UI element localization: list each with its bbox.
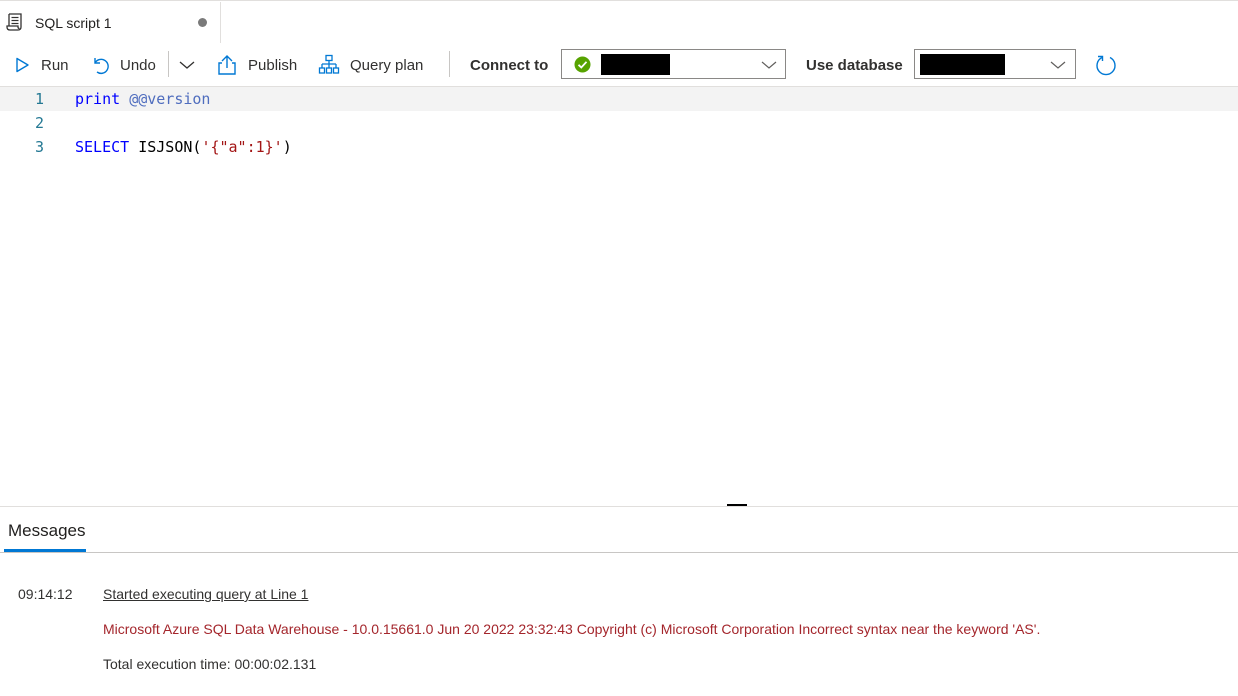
message-started-link[interactable]: Started executing query at Line 1 xyxy=(103,586,308,602)
undo-dropdown-button[interactable] xyxy=(178,50,196,80)
query-plan-button[interactable]: Query plan xyxy=(318,50,423,80)
pane-splitter[interactable] xyxy=(0,506,1238,507)
publish-label: Publish xyxy=(248,56,298,74)
messages-divider xyxy=(0,552,1238,553)
chevron-down-icon xyxy=(761,57,777,75)
chevron-down-icon xyxy=(178,59,196,71)
line-number: 2 xyxy=(34,114,44,132)
message-error: Microsoft Azure SQL Data Warehouse - 10.… xyxy=(103,621,1041,637)
toolbar: Run Undo Publish Query plan Connect to U… xyxy=(0,42,1238,87)
line-number: 3 xyxy=(34,138,44,156)
message-timestamp: 09:14:12 xyxy=(18,586,73,602)
connect-to-value xyxy=(601,54,670,75)
run-button[interactable]: Run xyxy=(14,50,69,80)
code-token-keyword: print xyxy=(75,90,121,108)
line-number: 1 xyxy=(34,90,44,108)
refresh-icon xyxy=(1094,53,1118,77)
splitter-grip-icon[interactable] xyxy=(727,504,747,506)
query-plan-icon xyxy=(318,54,340,76)
editor-line[interactable]: 1 print @@version xyxy=(0,87,1238,111)
publish-icon xyxy=(216,54,238,76)
code-token-keyword: SELECT xyxy=(75,138,130,156)
connect-to-dropdown[interactable] xyxy=(561,49,786,79)
use-database-label: Use database xyxy=(806,57,903,74)
refresh-button[interactable] xyxy=(1094,50,1118,80)
connected-check-icon xyxy=(574,56,591,78)
line-code: SELECT ISJSON('{"a":1}') xyxy=(75,138,292,156)
undo-button[interactable]: Undo xyxy=(90,50,156,80)
code-token-string: '{"a":1}' xyxy=(201,138,283,156)
editor-line[interactable]: 3 SELECT ISJSON('{"a":1}') xyxy=(0,135,1238,159)
publish-button[interactable]: Publish xyxy=(216,50,297,80)
code-editor[interactable]: 1 print @@version 2 3 SELECT ISJSON('{"a… xyxy=(0,87,1238,506)
undo-label: Undo xyxy=(120,56,156,74)
unsaved-dot-icon[interactable] xyxy=(198,18,207,27)
query-plan-label: Query plan xyxy=(350,56,424,74)
code-token-variable: @@version xyxy=(129,90,211,108)
play-icon xyxy=(14,57,30,73)
tab-strip: SQL script 1 xyxy=(0,0,1238,43)
tab-sql-script-1[interactable]: SQL script 1 xyxy=(0,2,221,43)
script-icon xyxy=(6,12,24,32)
message-total-time: Total execution time: 00:00:02.131 xyxy=(103,656,317,672)
toolbar-separator xyxy=(168,51,169,77)
line-code: print @@version xyxy=(75,90,210,108)
chevron-down-icon xyxy=(1050,57,1066,75)
tab-messages[interactable]: Messages xyxy=(8,521,85,541)
run-label: Run xyxy=(41,56,69,74)
code-token-plain: ISJSON( xyxy=(129,138,202,156)
use-database-value xyxy=(920,54,1005,75)
connect-to-label: Connect to xyxy=(470,57,549,74)
editor-line[interactable]: 2 xyxy=(0,111,1238,135)
toolbar-separator xyxy=(449,51,450,77)
use-database-dropdown[interactable] xyxy=(914,49,1076,79)
tab-title: SQL script 1 xyxy=(35,15,112,31)
code-token-plain: ) xyxy=(282,138,292,156)
undo-icon xyxy=(90,55,110,75)
